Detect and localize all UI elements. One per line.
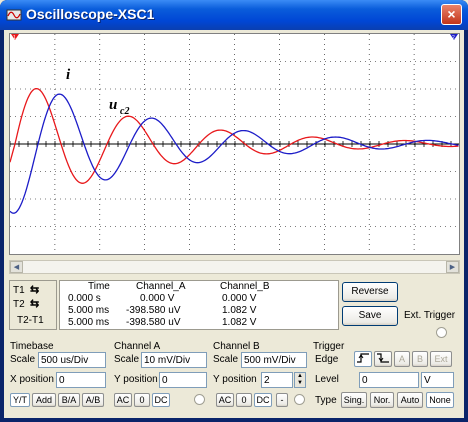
channel-a-zero-button[interactable]: 0 [134,393,150,407]
channel-a-scale-label: Scale [114,354,140,365]
channel-a-scale-field[interactable]: 10 mV/Div [141,352,207,368]
row1-channel-a: 0.000 V [140,293,175,304]
channel-b-zero-button[interactable]: 0 [236,393,252,407]
cursor-controls: T1 ⇆ T2 ⇆ T2-T1 [9,280,57,330]
t1-arrows-icon[interactable]: ⇆ [30,283,39,296]
row2-channel-b: 1.082 V [222,305,257,316]
level-unit-field[interactable]: V [421,372,454,388]
row2-channel-a: -398.580 uV [126,305,181,316]
row3-channel-b: 1.082 V [222,317,257,328]
timebase-scale-field[interactable]: 500 us/Div [38,352,106,368]
channel-a-ypos-label: Y position [114,374,158,385]
edge-label: Edge [315,354,339,365]
rising-edge-button[interactable] [354,351,372,367]
scroll-left-icon[interactable]: ◀ [10,261,23,273]
oscilloscope-icon [6,9,22,21]
type-none-button[interactable]: None [426,392,454,408]
yt-mode-button[interactable]: Y/T [10,393,30,407]
channel-a-ypos-field[interactable]: 0 [159,372,207,388]
ba-mode-button[interactable]: B/A [58,393,80,407]
scope-graph: 1 2 i u c2 [9,34,459,254]
scope-grid [9,34,459,254]
voltage-label-subscript: c2 [120,106,129,117]
level-label: Level [315,374,339,385]
x-position-label: X position [10,374,54,385]
client-area: 1 2 i u c2 ◀ ▶ T1 ⇆ T2 ⇆ T2-T1 Time Chan… [4,30,464,418]
add-mode-button[interactable]: Add [32,393,56,407]
ext-trigger-radio[interactable] [436,327,447,338]
window-title: Oscilloscope-XSC1 [26,6,155,22]
spin-up-icon[interactable]: ▲ [295,373,305,380]
falling-edge-button[interactable] [374,351,392,367]
type-label: Type [315,395,337,406]
channel-a-ac-button[interactable]: AC [114,393,132,407]
cursor-2-label: 2 [452,35,455,41]
save-button[interactable]: Save [342,306,398,326]
spin-down-icon[interactable]: ▼ [295,380,305,387]
t2-label: T2 [13,299,25,310]
rising-edge-icon [357,353,369,363]
title-bar[interactable]: Oscilloscope-XSC1 × [0,0,468,30]
channel-b-ypos-spinner[interactable]: ▲ ▼ [294,372,306,388]
channel-a-title: Channel A [114,341,161,352]
row2-time: 5.000 ms [68,305,110,316]
channel-b-scale-label: Scale [213,354,239,365]
channel-b-ypos-field[interactable]: 2 [261,372,293,388]
channel-b-ypos-label: Y position [213,374,257,385]
timebase-title: Timebase [10,341,54,352]
row1-time: 0.000 s [68,293,101,304]
close-button[interactable]: × [441,4,462,25]
channel-b-scale-field[interactable]: 500 mV/Div [241,352,307,368]
ab-mode-button[interactable]: A/B [82,393,104,407]
row3-channel-a: -398.580 uV [126,317,181,328]
channel-a-radio[interactable] [194,394,205,405]
channel-b-title: Channel B [213,341,260,352]
type-auto-button[interactable]: Auto [397,392,423,408]
edge-source-a-button[interactable]: A [394,351,410,367]
channel-a-dc-button[interactable]: DC [152,393,170,407]
readout-table: Time Channel_A Channel_B 0.000 s 0.000 V… [59,280,339,330]
trigger-title: Trigger [313,341,345,352]
channel-b-invert-button[interactable]: - [276,393,288,407]
t1-label: T1 [13,285,25,296]
edge-source-b-button[interactable]: B [412,351,428,367]
type-normal-button[interactable]: Nor. [370,392,394,408]
edge-source-ext-button[interactable]: Ext [430,351,452,367]
oscilloscope-window: Oscilloscope-XSC1 × 1 2 i u c2 ◀ ▶ T1 ⇆ … [0,0,468,422]
voltage-label: u [109,97,117,113]
header-channel-a: Channel_A [136,281,186,292]
channel-b-ac-button[interactable]: AC [216,393,234,407]
timebase-scale-label: Scale [10,354,36,365]
scope-screen: 1 2 i u c2 [9,33,460,255]
channel-b-radio[interactable] [294,394,305,405]
row1-channel-b: 0.000 V [222,293,257,304]
cursor-1-label: 1 [13,35,16,41]
t2-arrows-icon[interactable]: ⇆ [30,297,39,310]
channel-b-trace [9,93,459,214]
scroll-right-icon[interactable]: ▶ [446,261,459,273]
ext-trigger-label: Ext. Trigger [404,310,456,321]
level-field[interactable]: 0 [359,372,419,388]
header-time: Time [88,281,110,292]
header-channel-b: Channel_B [220,281,270,292]
x-position-field[interactable]: 0 [56,372,106,388]
cursor-readout: T1 ⇆ T2 ⇆ T2-T1 Time Channel_A Channel_B… [9,280,339,330]
reverse-button[interactable]: Reverse [342,282,398,302]
type-single-button[interactable]: Sing. [341,392,367,408]
row3-time: 5.000 ms [68,317,110,328]
horizontal-scrollbar[interactable]: ◀ ▶ [9,260,460,274]
channel-b-dc-button[interactable]: DC [254,393,272,407]
falling-edge-icon [377,353,389,363]
t2t1-label: T2-T1 [17,315,44,326]
current-label: i [66,67,71,83]
